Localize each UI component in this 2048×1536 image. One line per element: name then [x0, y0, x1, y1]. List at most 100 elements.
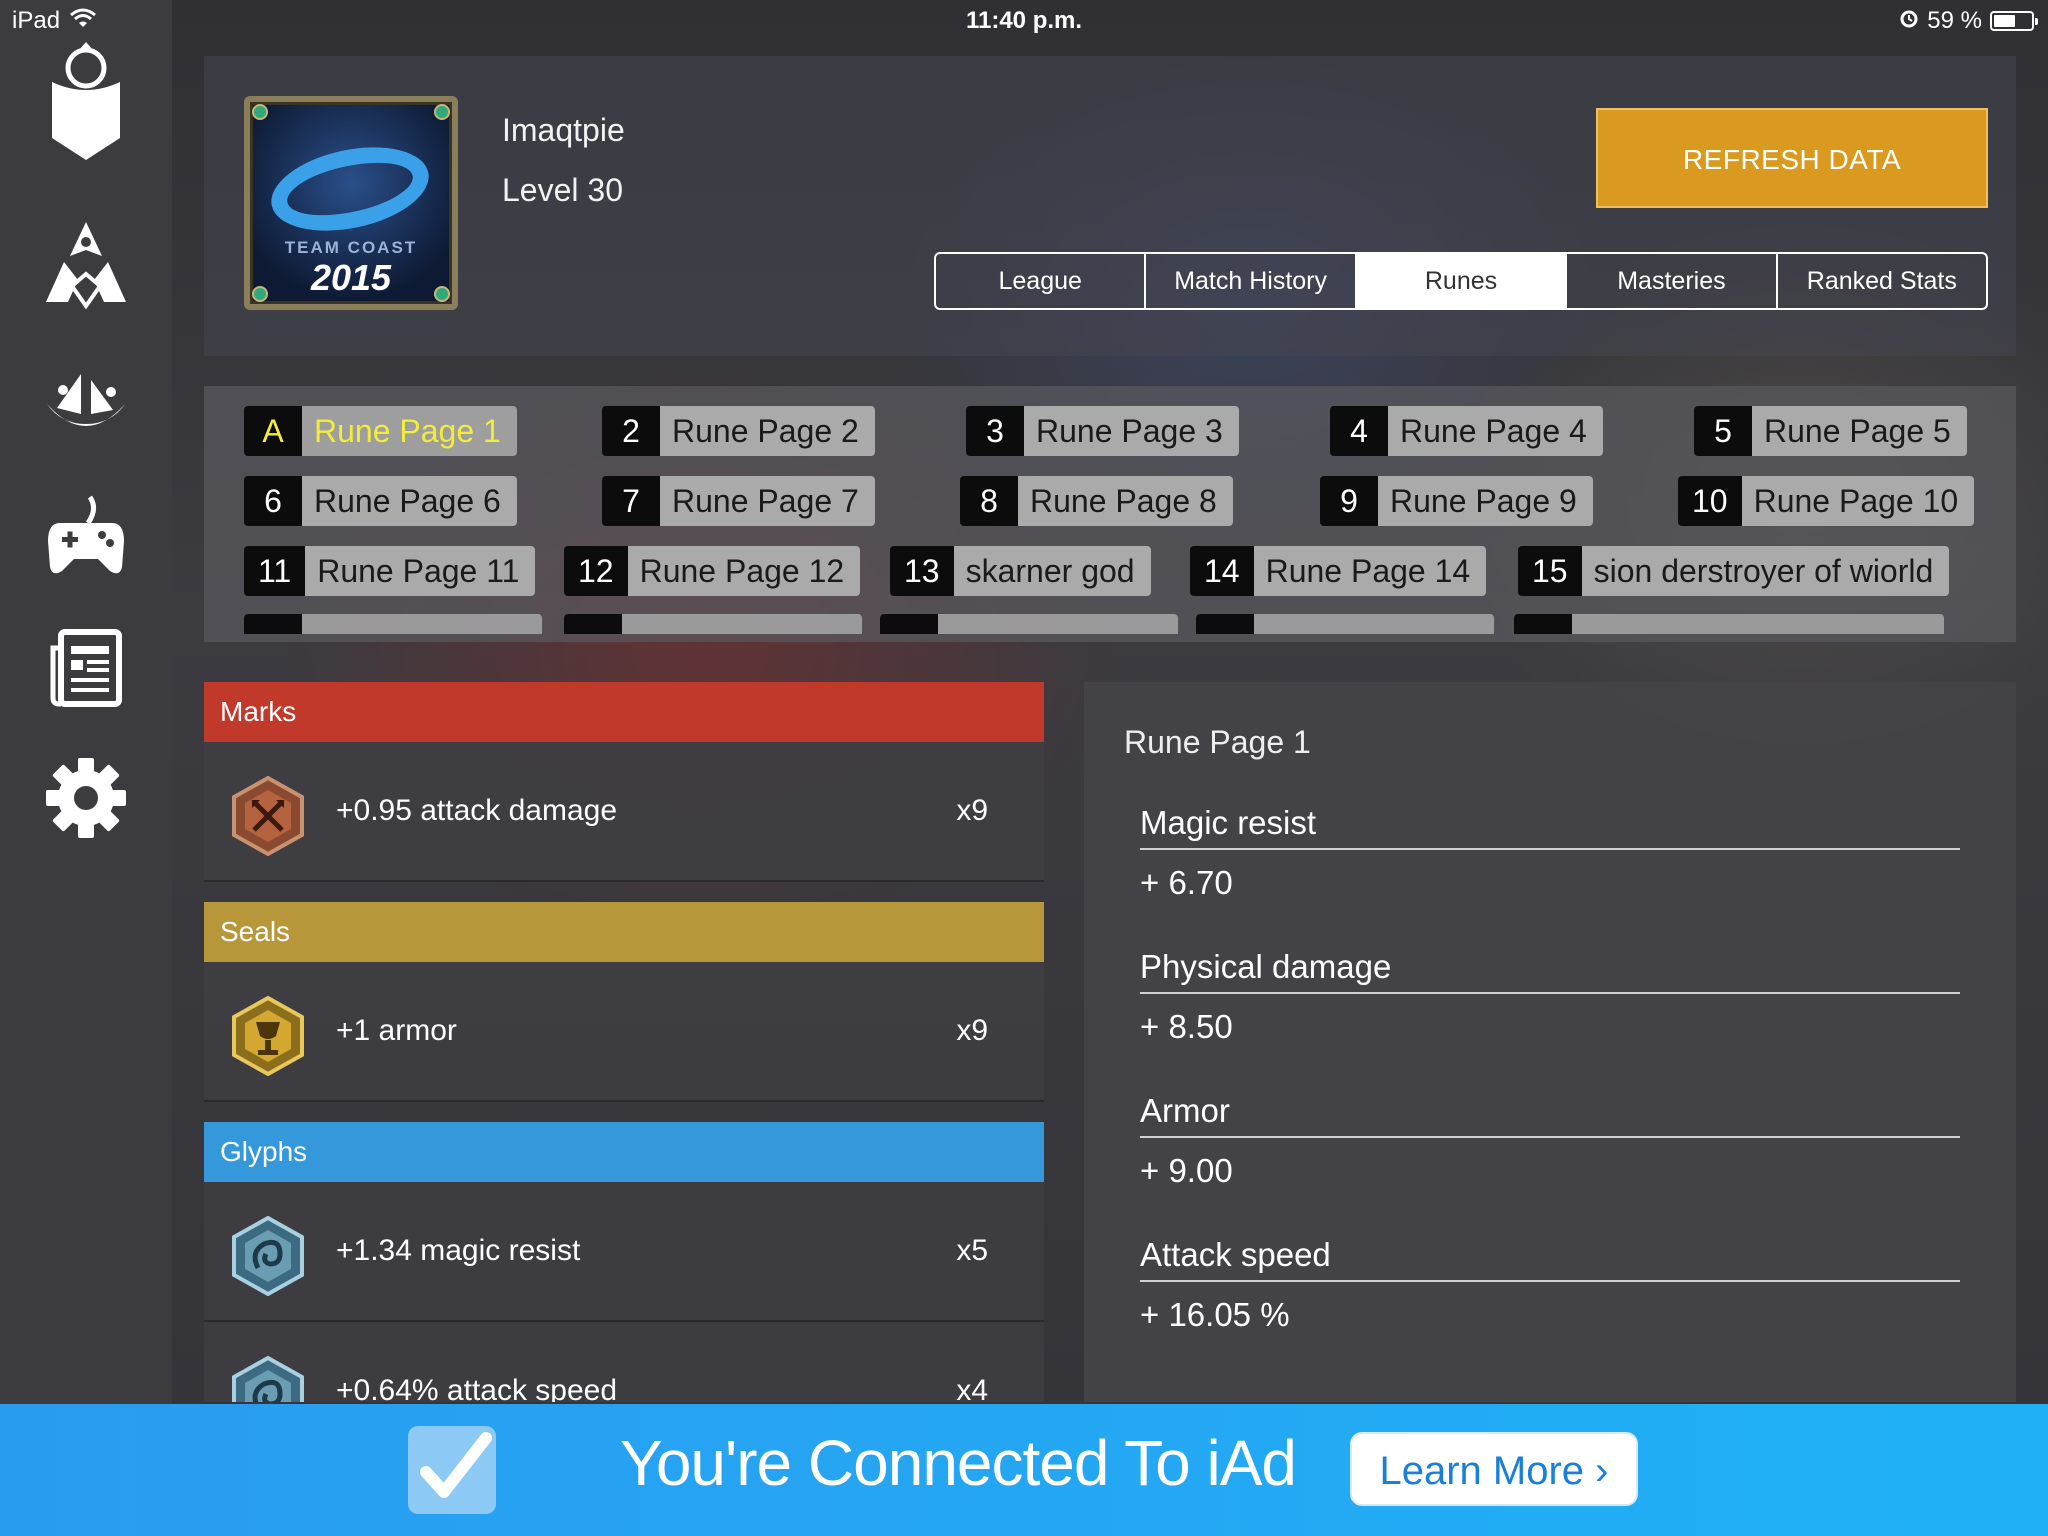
rune-page-name: Rune Page 12	[627, 546, 861, 596]
rune-description: +1 armor	[336, 1014, 457, 1047]
rune-page-summary: Rune Page 1 Magic resist + 6.70 Physical…	[1084, 682, 2016, 1402]
rune-page-chip[interactable]: A Rune Page 1	[244, 406, 517, 456]
rune-page-chip[interactable]: 11 Rune Page 11	[244, 546, 536, 596]
player-name: Imaqtpie	[502, 112, 625, 148]
tab-league[interactable]: League	[936, 254, 1147, 308]
rune-page-name: Rune Page 1	[302, 406, 517, 456]
ship-icon[interactable]	[36, 358, 136, 458]
profile-header: TEAM COAST 2015 Imaqtpie Level 30 REFRES…	[204, 56, 2016, 356]
player-level: Level 30	[502, 172, 623, 208]
stat-value: + 6.70	[1140, 864, 1233, 901]
rune-page-name: Rune Page 14	[1253, 546, 1487, 596]
section-tabs: League Match History Runes Masteries Ran…	[934, 252, 1988, 310]
avatar-gem-icon	[434, 104, 450, 120]
news-icon[interactable]	[36, 618, 136, 718]
rune-page-number: 15	[1518, 546, 1582, 596]
rune-page-number: 5	[1694, 406, 1752, 456]
rune-page-name: Rune Page 5	[1752, 406, 1967, 456]
tab-ranked-stats[interactable]: Ranked Stats	[1778, 254, 1986, 308]
stat-label: Physical damage	[1140, 948, 1960, 994]
rune-page-number: 10	[1678, 476, 1742, 526]
rune-page-name: sion derstroyer of wiorld	[1581, 546, 1950, 596]
ad-banner[interactable]: You're Connected To iAd Learn More ›	[0, 1404, 2048, 1536]
tab-masteries[interactable]: Masteries	[1567, 254, 1778, 308]
stat-label: Armor	[1140, 1092, 1960, 1138]
rune-description: +0.95 attack damage	[336, 794, 618, 827]
rune-description: +1.34 magic resist	[336, 1234, 581, 1267]
chevron-right-icon: ›	[1595, 1449, 1609, 1493]
list-item[interactable]: +1.34 magic resist x5	[204, 1182, 1044, 1322]
rune-page-chip-partial[interactable]	[1514, 614, 1944, 634]
list-item[interactable]: +0.95 attack damage x9	[204, 742, 1044, 882]
status-time: 11:40 p.m.	[965, 7, 1083, 34]
stat-label: Attack speed	[1140, 1236, 1960, 1282]
rune-page-chip[interactable]: 9 Rune Page 9	[1320, 476, 1593, 526]
app-root: iPad 11:40 p.m. 59 % TEAM COAST 2015 Ima…	[0, 0, 2048, 1536]
rune-page-chip-partial[interactable]	[244, 614, 542, 634]
list-item[interactable]: +1 armor x9	[204, 962, 1044, 1102]
sidebar	[0, 0, 172, 1536]
team-logo-icon	[263, 134, 437, 244]
rune-page-chip[interactable]: 15 sion derstroyer of wiorld	[1518, 546, 1950, 596]
rune-page-chip[interactable]: 13 skarner god	[890, 546, 1151, 596]
mark-rune-icon	[228, 775, 308, 857]
rune-page-chip[interactable]: 5 Rune Page 5	[1694, 406, 1967, 456]
rune-page-chip[interactable]: 2 Rune Page 2	[602, 406, 875, 456]
rune-page-name: Rune Page 6	[302, 476, 517, 526]
summary-title: Rune Page 1	[1124, 724, 1311, 760]
avatar-gem-icon	[434, 286, 450, 302]
avatar-gem-icon	[252, 104, 268, 120]
stat-label: Magic resist	[1140, 804, 1960, 850]
rune-count: x9	[956, 1014, 988, 1047]
rune-page-number: 6	[244, 476, 302, 526]
avatar-year-text: 2015	[310, 257, 392, 298]
rune-count: x5	[956, 1234, 988, 1267]
rune-page-number: 14	[1190, 546, 1254, 596]
battery-icon	[1990, 11, 2038, 31]
rune-list: Marks +0.95 attack damage x9 Seals +1 ar…	[204, 682, 1044, 1402]
status-right: 59 %	[1899, 7, 2038, 35]
seal-rune-icon	[228, 995, 308, 1077]
marks-header: Marks	[204, 682, 1044, 742]
rune-page-number: 4	[1330, 406, 1388, 456]
rune-page-name: Rune Page 2	[660, 406, 875, 456]
rune-page-name: Rune Page 7	[660, 476, 875, 526]
rune-page-name: Rune Page 11	[305, 546, 536, 596]
stat-value: + 8.50	[1140, 1008, 1233, 1045]
rune-page-name: Rune Page 10	[1741, 476, 1975, 526]
rune-page-number: 12	[564, 546, 628, 596]
rune-page-name: Rune Page 9	[1378, 476, 1593, 526]
tab-match-history[interactable]: Match History	[1146, 254, 1357, 308]
rune-page-name: Rune Page 8	[1018, 476, 1233, 526]
rune-page-chip-partial[interactable]	[880, 614, 1178, 634]
gamepad-icon[interactable]	[36, 488, 136, 588]
rune-page-selector: A Rune Page 1 2 Rune Page 2 3 Rune Page …	[204, 386, 2016, 642]
crest-icon[interactable]	[36, 214, 136, 314]
glyph-rune-icon	[228, 1355, 308, 1402]
learn-more-button[interactable]: Learn More ›	[1350, 1432, 1638, 1506]
battery-percent: 59 %	[1927, 7, 1982, 34]
glyphs-header: Glyphs	[204, 1122, 1044, 1182]
status-bar: iPad 11:40 p.m. 59 %	[0, 0, 2048, 40]
list-item[interactable]: +0.64% attack speed x4	[204, 1322, 1044, 1402]
rune-page-chip[interactable]: 10 Rune Page 10	[1678, 476, 1975, 526]
gear-icon[interactable]	[36, 748, 136, 848]
tab-runes[interactable]: Runes	[1356, 254, 1568, 308]
rune-page-name: skarner god	[953, 546, 1151, 596]
rune-page-number: 8	[960, 476, 1018, 526]
rune-page-chip[interactable]: 6 Rune Page 6	[244, 476, 517, 526]
rune-page-chip-partial[interactable]	[564, 614, 862, 634]
rune-page-chip[interactable]: 14 Rune Page 14	[1190, 546, 1487, 596]
rune-page-chip-partial[interactable]	[1196, 614, 1494, 634]
rune-page-number: 7	[602, 476, 660, 526]
rune-page-number: A	[244, 406, 302, 456]
rune-page-number: 11	[244, 546, 306, 596]
rune-page-chip[interactable]: 12 Rune Page 12	[564, 546, 861, 596]
rune-page-chip[interactable]: 8 Rune Page 8	[960, 476, 1233, 526]
rune-page-chip[interactable]: 4 Rune Page 4	[1330, 406, 1603, 456]
rune-count: x4	[956, 1374, 988, 1402]
rune-page-chip[interactable]: 3 Rune Page 3	[966, 406, 1239, 456]
rune-page-chip[interactable]: 7 Rune Page 7	[602, 476, 875, 526]
champion-helmet-icon[interactable]	[36, 42, 136, 160]
refresh-data-button[interactable]: REFRESH DATA	[1596, 108, 1988, 208]
